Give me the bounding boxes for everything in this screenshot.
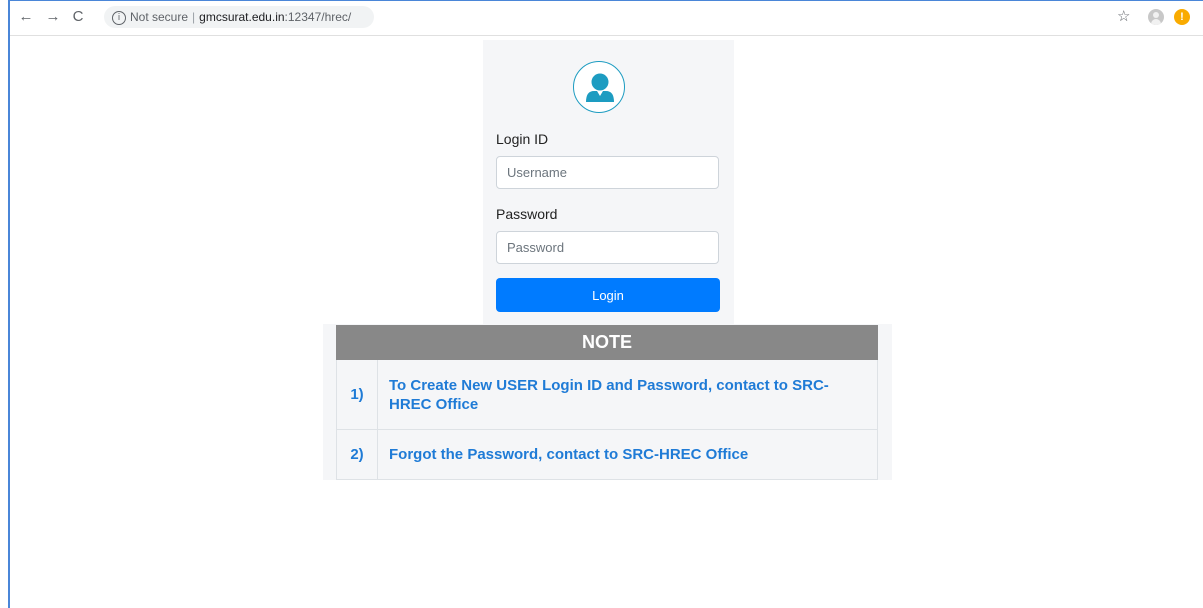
note-row: 1) To Create New USER Login ID and Passw… <box>336 359 878 430</box>
url-host[interactable]: gmcsurat.edu.in <box>199 10 284 24</box>
note-table: NOTE 1) To Create New USER Login ID and … <box>336 325 878 480</box>
note-title: NOTE <box>336 325 878 360</box>
alert-icon[interactable]: ! <box>1174 9 1190 25</box>
note-text: To Create New USER Login ID and Password… <box>377 359 878 430</box>
note-text: Forgot the Password, contact to SRC-HREC… <box>377 429 878 480</box>
address-bar[interactable]: i Not secure | gmcsurat.edu.in:12347/hrec/ <box>104 6 374 28</box>
security-status[interactable]: Not secure <box>130 10 188 24</box>
password-label: Password <box>496 206 558 222</box>
login-id-label: Login ID <box>496 131 549 147</box>
profile-icon[interactable] <box>1148 9 1164 25</box>
star-icon[interactable]: ☆ <box>1117 8 1130 26</box>
note-number: 1) <box>336 359 378 430</box>
browser-toolbar: ← → C i Not secure | gmcsurat.edu.in:12347/… <box>10 1 1203 36</box>
reload-icon[interactable]: C <box>68 7 88 27</box>
login-button[interactable]: Login <box>496 278 720 312</box>
back-icon[interactable]: ← <box>16 7 36 27</box>
note-section: NOTE 1) To Create New USER Login ID and … <box>323 324 892 480</box>
url-path[interactable]: :12347/hrec/ <box>285 10 352 24</box>
address-separator: | <box>192 10 196 24</box>
forward-icon[interactable]: → <box>43 7 63 27</box>
note-number: 2) <box>336 429 378 480</box>
info-icon[interactable]: i <box>112 10 126 25</box>
login-panel: Login ID Password Login <box>483 40 734 324</box>
user-icon <box>573 61 625 113</box>
window-border-left <box>8 0 10 608</box>
password-input[interactable] <box>496 231 719 264</box>
username-input[interactable] <box>496 156 719 189</box>
note-row: 2) Forgot the Password, contact to SRC-H… <box>336 429 878 480</box>
